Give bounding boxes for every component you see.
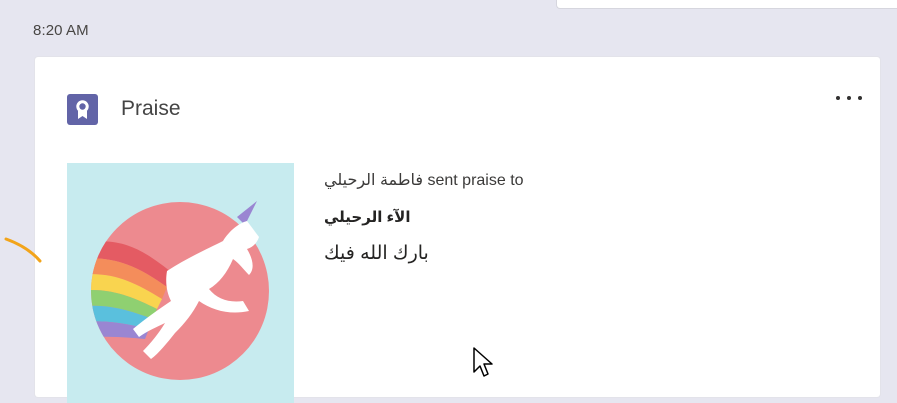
mouse-cursor-icon bbox=[473, 347, 493, 377]
annotation-arc-icon bbox=[4, 237, 42, 263]
more-dot bbox=[847, 96, 851, 100]
sender-line: فاطمة الرحيلي sent praise to bbox=[324, 172, 524, 189]
praise-message: بارك الله فيك bbox=[324, 243, 429, 264]
previous-message-card bbox=[556, 0, 897, 9]
more-dot bbox=[858, 96, 862, 100]
ribbon-icon bbox=[76, 99, 89, 119]
recipient-name: الآء الرحيلي bbox=[324, 209, 411, 226]
card-title: Praise bbox=[121, 97, 181, 120]
more-options-button[interactable] bbox=[836, 91, 862, 105]
message-timestamp: 8:20 AM bbox=[33, 22, 89, 39]
praise-message-block: فاطمة الرحيلي sent praise to الآء الرحيل… bbox=[324, 170, 844, 265]
praise-badge-icon bbox=[67, 93, 98, 125]
card-header: Praise bbox=[67, 89, 181, 129]
more-dot bbox=[836, 96, 840, 100]
unicorn-badge-image bbox=[67, 163, 294, 403]
praise-card: Praise فاطمة الرحيلي sent praise to الآء… bbox=[35, 57, 880, 403]
